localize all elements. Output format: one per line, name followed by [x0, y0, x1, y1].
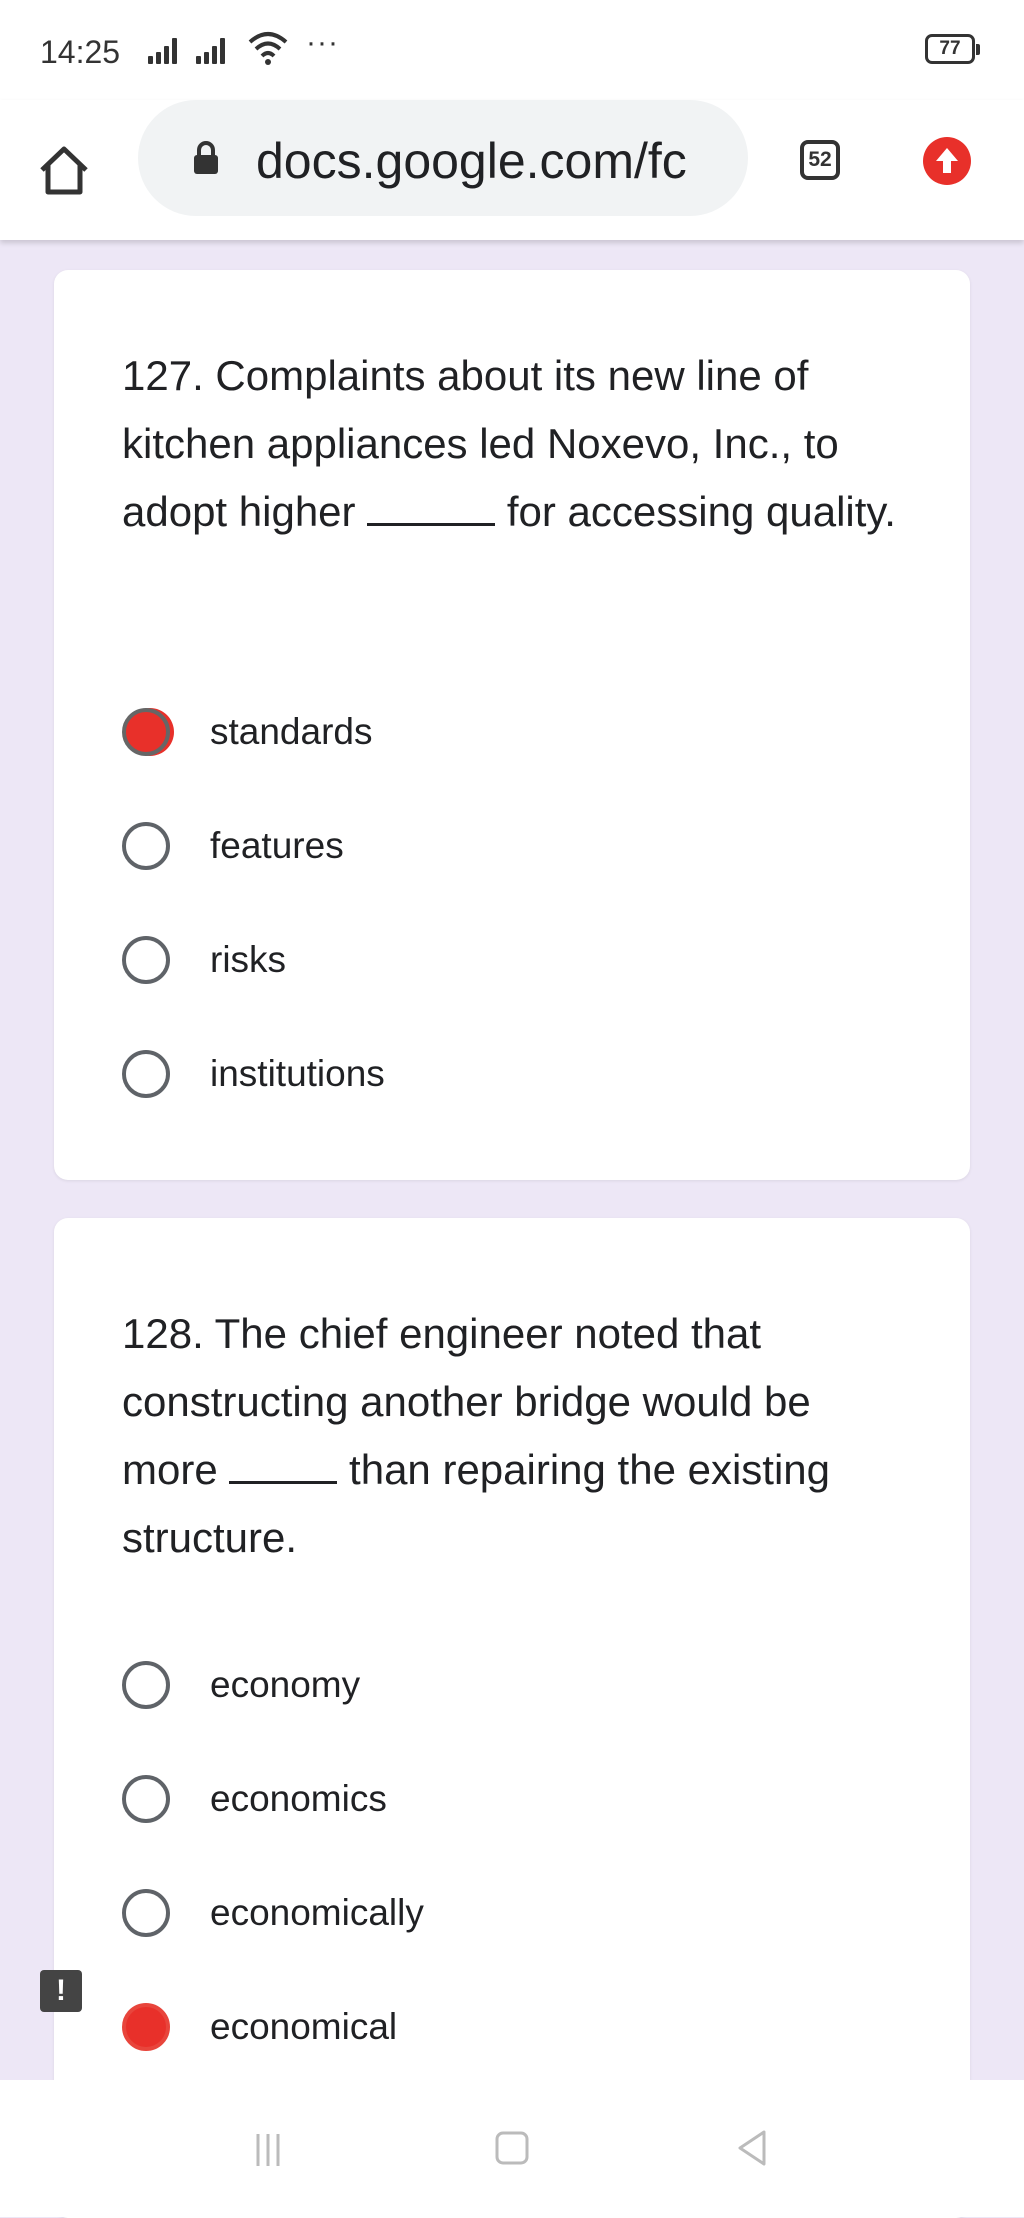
option-risks[interactable]: risks	[122, 903, 385, 1017]
radio-empty-icon[interactable]	[122, 936, 170, 984]
option-label: risks	[210, 939, 287, 980]
navigation-bar	[0, 2080, 1024, 2217]
answer-options: standards features risks institutions	[122, 675, 385, 1131]
question-text: 128. The chief engineer noted that const…	[122, 1310, 831, 1561]
radio-selected-icon[interactable]	[122, 2003, 170, 2051]
question-text: 127. Complaints about its new line of ki…	[122, 352, 896, 535]
browser-toolbar: docs.google.com/fc 52	[0, 100, 1024, 240]
option-institutions[interactable]: institutions	[122, 1017, 385, 1131]
blank-line	[229, 1447, 338, 1484]
option-label: economically	[210, 1892, 424, 1933]
signal-icon	[196, 34, 225, 64]
option-label: economics	[210, 1778, 387, 1819]
radio-empty-icon[interactable]	[122, 1775, 170, 1823]
wifi-icon	[248, 32, 288, 65]
radio-empty-icon[interactable]	[122, 1661, 170, 1709]
status-time: 14:25	[40, 34, 121, 70]
option-label: features	[210, 825, 344, 866]
home-icon[interactable]	[34, 140, 94, 200]
report-icon[interactable]: !	[40, 1970, 82, 2012]
radio-selected-icon[interactable]	[122, 708, 170, 756]
battery-icon: 77	[925, 34, 980, 64]
url-text: docs.google.com/fc	[256, 133, 687, 189]
option-label: institutions	[210, 1053, 385, 1094]
update-icon[interactable]	[922, 136, 972, 186]
option-label: economical	[210, 2006, 398, 2047]
back-nav-icon[interactable]	[734, 2128, 770, 2168]
option-standards[interactable]: standards	[122, 675, 385, 789]
radio-empty-icon[interactable]	[122, 822, 170, 870]
signal-icon	[148, 34, 177, 64]
option-features[interactable]: features	[122, 789, 385, 903]
option-label: economy	[210, 1664, 361, 1705]
answer-options: economy economics economically economica…	[122, 1628, 424, 2084]
radio-empty-icon[interactable]	[122, 1889, 170, 1937]
status-bar: 14:25 ··· 77	[0, 0, 1024, 100]
option-economical[interactable]: economical	[122, 1970, 424, 2084]
option-economics[interactable]: economics	[122, 1742, 424, 1856]
home-nav-icon[interactable]	[494, 2130, 530, 2166]
option-label: standards	[210, 711, 373, 752]
tabs-icon[interactable]: 52	[800, 140, 840, 180]
more-notifications-icon: ···	[306, 26, 339, 59]
blank-line	[367, 489, 496, 526]
option-economy[interactable]: economy	[122, 1628, 424, 1742]
lock-icon	[194, 141, 218, 174]
question-card-128: 128. The chief engineer noted that const…	[54, 1218, 970, 2218]
option-economically[interactable]: economically	[122, 1856, 424, 1970]
question-card-127: 127. Complaints about its new line of ki…	[54, 270, 970, 1180]
radio-empty-icon[interactable]	[122, 1050, 170, 1098]
address-bar[interactable]: docs.google.com/fc	[138, 100, 748, 216]
menu-nav-icon[interactable]	[250, 2130, 286, 2170]
